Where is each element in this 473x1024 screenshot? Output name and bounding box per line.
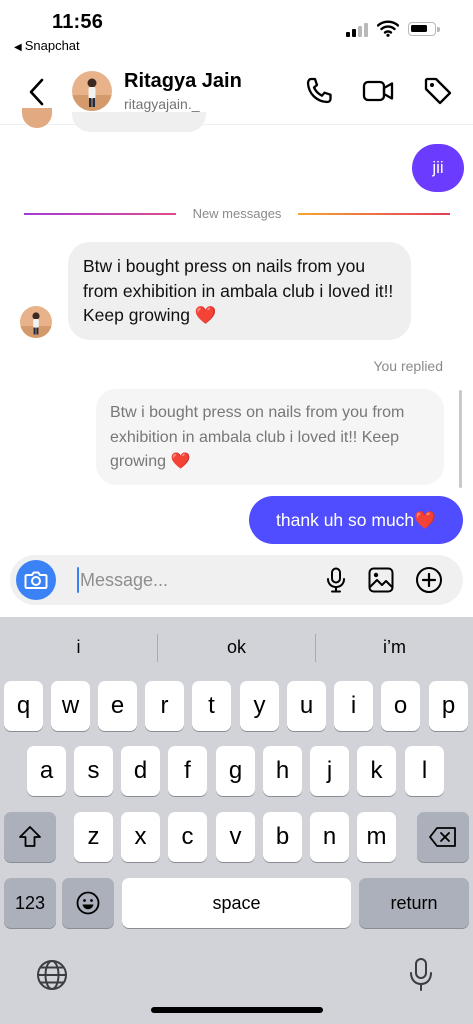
key-e[interactable]: e [98,681,137,731]
replied-quote-bubble[interactable]: Btw i bought press on nails from you fro… [96,389,444,485]
chat-header: Ritagya Jain ritagyajain._ [0,60,473,124]
you-replied-label: You replied [373,358,443,374]
key-x[interactable]: x [121,812,160,862]
key-s[interactable]: s [74,746,113,796]
key-p[interactable]: p [429,681,468,731]
globe-icon[interactable] [35,958,69,992]
emoji-key[interactable] [62,878,114,928]
return-key[interactable]: return [359,878,469,928]
back-to-app-link[interactable]: ◀ Snapchat [14,38,80,53]
key-t[interactable]: t [192,681,231,731]
cellular-signal-icon [346,23,370,37]
key-i[interactable]: i [334,681,373,731]
backspace-icon [429,827,456,847]
back-app-label: Snapchat [24,38,80,53]
partial-message-bubble [72,112,206,132]
key-m[interactable]: m [357,812,396,862]
contact-username[interactable]: ritagyajain._ [124,96,200,112]
key-u[interactable]: u [287,681,326,731]
key-b[interactable]: b [263,812,302,862]
contact-name[interactable]: Ritagya Jain [124,70,242,93]
key-q[interactable]: q [4,681,43,731]
wifi-icon [377,20,399,37]
key-v[interactable]: v [216,812,255,862]
text-cursor [77,567,79,593]
phone-icon[interactable] [302,74,336,108]
status-bar: 11:56 ◀ Snapchat [0,0,473,58]
key-z[interactable]: z [74,812,113,862]
key-d[interactable]: d [121,746,160,796]
avatar[interactable] [72,71,112,111]
key-w[interactable]: w [51,681,90,731]
key-k[interactable]: k [357,746,396,796]
keyboard: i ok i’m q w e r t y u i o p a s d f g h… [0,617,473,1024]
shift-icon [19,826,41,847]
key-c[interactable]: c [168,812,207,862]
incoming-message-bubble[interactable]: Btw i bought press on nails from you fro… [68,242,411,340]
avatar [22,108,52,128]
divider-line-right [298,213,450,215]
suggestion-3[interactable]: i’m [316,627,473,667]
suggestion-1[interactable]: i [0,627,157,667]
emoji-icon [76,891,100,915]
camera-icon [24,571,48,589]
battery-icon [408,22,440,36]
space-key[interactable]: space [122,878,351,928]
key-n[interactable]: n [310,812,349,862]
reply-quote-bar [459,390,462,488]
camera-button[interactable] [16,560,56,600]
key-a[interactable]: a [27,746,66,796]
message-input[interactable] [80,563,310,597]
tag-icon[interactable] [421,74,455,108]
microphone-icon[interactable] [322,566,350,594]
video-call-icon[interactable] [361,74,395,108]
key-y[interactable]: y [240,681,279,731]
key-g[interactable]: g [216,746,255,796]
back-triangle-icon: ◀ [14,42,22,53]
key-f[interactable]: f [168,746,207,796]
shift-key[interactable] [4,812,56,862]
new-messages-divider: New messages [24,204,450,224]
outgoing-message-bubble[interactable]: thank uh so much❤️ [249,496,463,544]
suggestion-2[interactable]: ok [158,627,315,667]
header-divider [0,124,473,125]
backspace-key[interactable] [417,812,469,862]
key-j[interactable]: j [310,746,349,796]
key-l[interactable]: l [405,746,444,796]
dictation-mic-icon[interactable] [406,956,436,994]
outgoing-message-bubble[interactable]: jii [412,144,464,192]
key-h[interactable]: h [263,746,302,796]
numbers-key[interactable]: 123 [4,878,56,928]
status-time: 11:56 [52,11,104,33]
home-indicator[interactable] [151,1007,323,1013]
back-chevron-icon[interactable] [24,76,52,108]
key-o[interactable]: o [381,681,420,731]
gallery-icon[interactable] [367,566,395,594]
key-r[interactable]: r [145,681,184,731]
add-circle-icon[interactable] [415,566,443,594]
message-composer [10,555,463,605]
avatar[interactable] [20,306,52,338]
